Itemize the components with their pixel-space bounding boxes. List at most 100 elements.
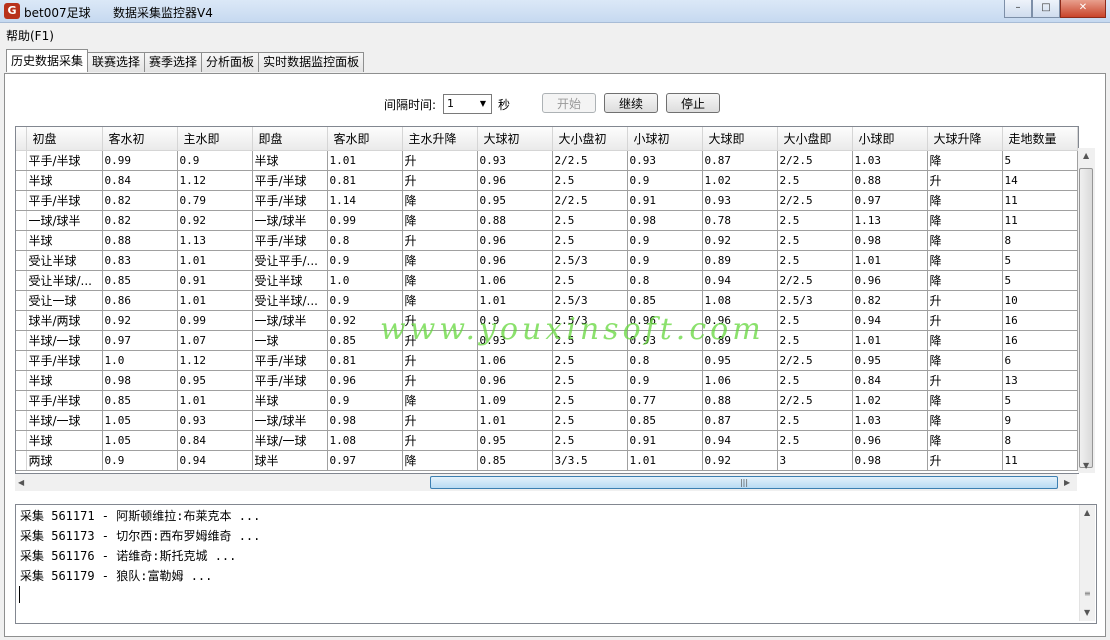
log-vertical-scrollbar[interactable]: ▲ ≡ ▼ xyxy=(1079,505,1095,621)
table-cell[interactable]: 0.82 xyxy=(102,190,178,211)
table-cell[interactable]: 0.79 xyxy=(177,190,253,211)
table-cell[interactable]: 1.03 xyxy=(852,410,928,431)
table-cell[interactable]: 5 xyxy=(1002,270,1078,291)
tab-league-select[interactable]: 联赛选择 xyxy=(87,52,146,72)
table-cell[interactable]: 0.88 xyxy=(102,230,178,251)
table-cell[interactable]: 0.92 xyxy=(327,310,403,331)
table-cell[interactable]: 2.5 xyxy=(552,230,628,251)
table-cell[interactable]: 2.5 xyxy=(777,370,853,391)
table-cell[interactable]: 13 xyxy=(1002,370,1078,391)
table-row[interactable]: 平手/半球 0.85 1.01 半球 0.9 降 1.09 2.5 0.77 0.88 2/2.5 1… xyxy=(16,390,1078,411)
table-cell[interactable]: 0.92 xyxy=(177,210,253,231)
table-cell[interactable]: 0.8 xyxy=(627,270,703,291)
table-cell[interactable]: 2.5 xyxy=(552,330,628,351)
table-cell[interactable]: 0.91 xyxy=(627,190,703,211)
table-cell[interactable]: 2.5 xyxy=(777,430,853,451)
table-cell[interactable]: 2/2.5 xyxy=(777,150,853,171)
table-cell[interactable]: 平手/半球 xyxy=(252,190,328,211)
table-cell[interactable]: 0.89 xyxy=(702,250,778,271)
table-cell[interactable]: 0.93 xyxy=(477,150,553,171)
table-row[interactable]: 一球/球半 0.82 0.92 一球/球半 0.99 降 0.88 2.5 0.98 0.78 2.… xyxy=(16,210,1078,231)
table-cell[interactable]: 升 xyxy=(402,150,478,171)
scroll-up-icon[interactable]: ▲ xyxy=(1084,508,1090,517)
table-cell[interactable]: 0.92 xyxy=(702,450,778,471)
table-cell[interactable]: 平手/半球 xyxy=(26,390,103,411)
table-cell[interactable]: 0.96 xyxy=(477,250,553,271)
table-row[interactable]: 平手/半球 1.0 1.12 平手/半球 0.81 升 1.06 2.5 0.8 0.95 2/2.… xyxy=(16,350,1078,371)
table-cell[interactable]: 0.85 xyxy=(477,450,553,471)
row-selector[interactable] xyxy=(16,250,27,271)
table-cell[interactable]: 升 xyxy=(927,370,1003,391)
grid-vscroll-thumb[interactable] xyxy=(1079,168,1093,468)
table-cell[interactable]: 半球 xyxy=(26,430,103,451)
table-cell[interactable]: 5 xyxy=(1002,390,1078,411)
table-cell[interactable]: 0.88 xyxy=(477,210,553,231)
table-cell[interactable]: 0.95 xyxy=(477,430,553,451)
table-cell[interactable]: 16 xyxy=(1002,310,1078,331)
table-cell[interactable]: 11 xyxy=(1002,450,1078,471)
table-cell[interactable]: 半球 xyxy=(26,170,103,191)
table-cell[interactable]: 0.98 xyxy=(327,410,403,431)
row-selector[interactable] xyxy=(16,170,27,191)
table-cell[interactable]: 1.01 xyxy=(852,250,928,271)
table-cell[interactable]: 1.08 xyxy=(702,290,778,311)
table-cell[interactable]: 2.5/3 xyxy=(552,310,628,331)
table-cell[interactable]: 2.5 xyxy=(552,170,628,191)
column-header[interactable]: 小球即 xyxy=(852,127,928,151)
table-cell[interactable]: 1.01 xyxy=(327,150,403,171)
table-cell[interactable]: 2.5 xyxy=(552,270,628,291)
row-selector[interactable] xyxy=(16,190,27,211)
table-cell[interactable]: 0.85 xyxy=(102,270,178,291)
table-cell[interactable]: 球半/两球 xyxy=(26,310,103,331)
table-cell[interactable]: 5 xyxy=(1002,150,1078,171)
table-cell[interactable]: 0.78 xyxy=(702,210,778,231)
table-cell[interactable]: 0.95 xyxy=(177,370,253,391)
table-cell[interactable]: 0.85 xyxy=(327,330,403,351)
table-cell[interactable]: 9 xyxy=(1002,410,1078,431)
column-header[interactable]: 客水初 xyxy=(102,127,178,151)
table-cell[interactable]: 2/2.5 xyxy=(777,350,853,371)
table-cell[interactable]: 降 xyxy=(927,330,1003,351)
table-cell[interactable]: 3 xyxy=(777,450,853,471)
table-cell[interactable]: 升 xyxy=(927,310,1003,331)
table-cell[interactable]: 0.93 xyxy=(627,150,703,171)
table-cell[interactable]: 0.9 xyxy=(327,390,403,411)
tab-season-select[interactable]: 赛季选择 xyxy=(144,52,203,72)
table-cell[interactable]: 0.96 xyxy=(477,230,553,251)
table-cell[interactable]: 0.83 xyxy=(102,250,178,271)
table-cell[interactable]: 2.5 xyxy=(777,230,853,251)
table-cell[interactable]: 半球 xyxy=(252,150,328,171)
table-cell[interactable]: 平手/半球 xyxy=(26,150,103,171)
table-row[interactable]: 受让一球 0.86 1.01 受让半球/... 0.9 降 1.01 2.5/3 0.85 1.0… xyxy=(16,290,1078,311)
table-cell[interactable]: 0.94 xyxy=(852,310,928,331)
row-selector[interactable] xyxy=(16,410,27,431)
table-cell[interactable]: 0.9 xyxy=(327,290,403,311)
table-row[interactable]: 球半/两球 0.92 0.99 一球/球半 0.92 升 0.9 2.5/3 0.96 0.96 2… xyxy=(16,310,1078,331)
row-selector[interactable] xyxy=(16,310,27,331)
table-cell[interactable]: 0.9 xyxy=(177,150,253,171)
table-cell[interactable]: 2/2.5 xyxy=(552,190,628,211)
scroll-left-icon[interactable]: ◀ xyxy=(18,478,24,487)
table-cell[interactable]: 0.88 xyxy=(852,170,928,191)
table-cell[interactable]: 0.91 xyxy=(177,270,253,291)
table-cell[interactable]: 0.81 xyxy=(327,350,403,371)
row-selector[interactable] xyxy=(16,230,27,251)
table-cell[interactable]: 1.01 xyxy=(177,390,253,411)
table-cell[interactable]: 0.96 xyxy=(852,270,928,291)
table-cell[interactable]: 1.0 xyxy=(102,350,178,371)
table-cell[interactable]: 升 xyxy=(402,370,478,391)
table-cell[interactable]: 2.5 xyxy=(777,410,853,431)
table-cell[interactable]: 降 xyxy=(402,390,478,411)
table-cell[interactable]: 0.8 xyxy=(627,350,703,371)
table-cell[interactable]: 两球 xyxy=(26,450,103,471)
table-cell[interactable]: 0.89 xyxy=(702,330,778,351)
table-cell[interactable]: 0.84 xyxy=(102,170,178,191)
table-cell[interactable]: 0.84 xyxy=(852,370,928,391)
table-cell[interactable]: 升 xyxy=(402,230,478,251)
table-cell[interactable]: 0.97 xyxy=(852,190,928,211)
table-cell[interactable]: 0.98 xyxy=(852,450,928,471)
table-cell[interactable]: 半球/一球 xyxy=(252,430,328,451)
table-cell[interactable]: 1.06 xyxy=(702,370,778,391)
table-cell[interactable]: 0.9 xyxy=(327,250,403,271)
table-cell[interactable]: 0.9 xyxy=(102,450,178,471)
